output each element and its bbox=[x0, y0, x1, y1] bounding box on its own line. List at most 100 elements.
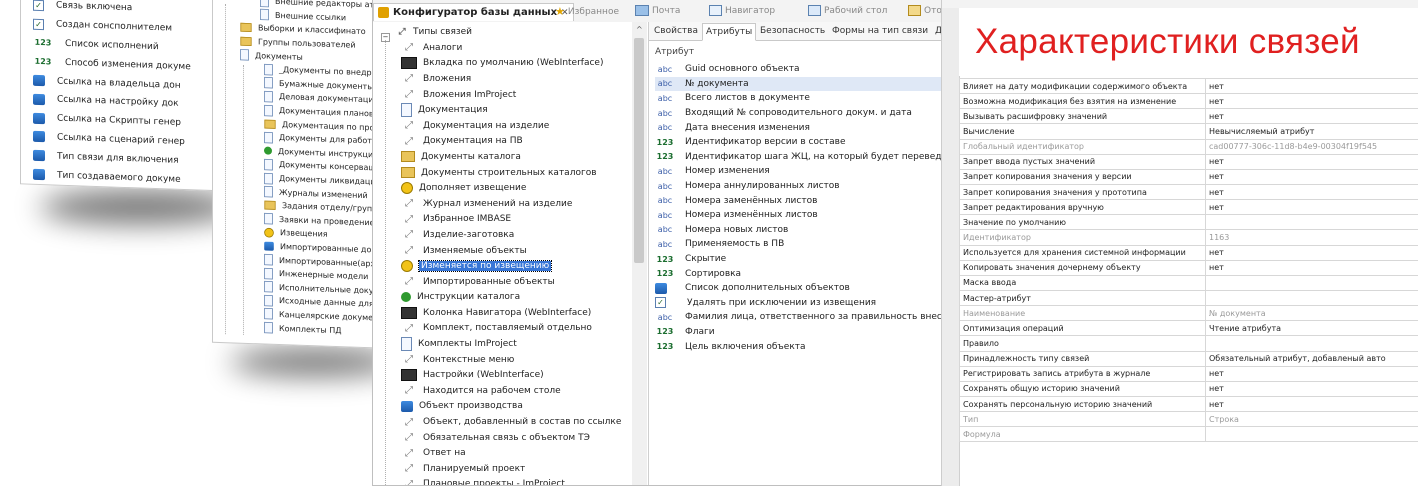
tree-item[interactable]: ⤢ Изменяемые объекты bbox=[401, 243, 649, 259]
tree-item[interactable]: Комплекты ImProject bbox=[401, 336, 649, 352]
property-row[interactable]: Тип Строка bbox=[959, 411, 1418, 428]
tree-item[interactable]: ⤢ Документация на ПВ bbox=[401, 134, 649, 150]
property-value[interactable] bbox=[1205, 426, 1418, 443]
tab-3[interactable]: Формы на тип связи bbox=[829, 23, 931, 39]
property-row[interactable]: Запрет копирования значения у версии нет bbox=[959, 168, 1418, 185]
property-row[interactable]: Глобальный идентификатор cad00777-306c-11… bbox=[959, 138, 1418, 155]
tab-2[interactable]: Безопасность bbox=[757, 23, 828, 39]
property-value[interactable]: нет bbox=[1205, 380, 1418, 397]
property-row[interactable]: Регистрировать запись атрибута в журнале… bbox=[959, 365, 1418, 382]
tree-item[interactable]: Инструкции каталога bbox=[401, 290, 649, 306]
attribute-row[interactable]: 123 Идентификатор версии в составе bbox=[655, 135, 955, 150]
attribute-row[interactable]: 123 Скрытие bbox=[655, 252, 955, 267]
property-row[interactable]: Влияет на дату модификации содержимого о… bbox=[959, 77, 1418, 95]
attribute-row[interactable]: abc № документа bbox=[655, 76, 955, 92]
tree-item[interactable]: ⤢ Обязательная связь с объектом ТЭ bbox=[401, 430, 649, 446]
property-value[interactable]: Чтение атрибута bbox=[1205, 320, 1418, 337]
property-value[interactable]: Невычисляемый атрибут bbox=[1205, 123, 1418, 140]
property-row[interactable]: Маска ввода bbox=[959, 274, 1418, 291]
property-value[interactable] bbox=[1205, 335, 1418, 352]
property-row[interactable]: Правило bbox=[959, 335, 1418, 352]
property-row[interactable]: Копировать значения дочернему объекту нет bbox=[959, 259, 1418, 276]
property-row[interactable]: Возможна модификация без взятия на измен… bbox=[959, 93, 1418, 110]
attribute-row[interactable]: abc Номера аннулированных листов bbox=[655, 179, 955, 194]
attribute-row[interactable]: 123 Флаги bbox=[655, 325, 955, 340]
attribute-row[interactable]: abc Номера изменённых листов bbox=[655, 208, 955, 223]
property-row[interactable]: Сохранять персональную историю значений н… bbox=[959, 395, 1418, 413]
property-value[interactable]: № документа bbox=[1205, 305, 1418, 322]
tree-item[interactable]: ⤢ Контекстные меню bbox=[401, 352, 649, 368]
attribute-row[interactable]: abc Фамилия лица, ответственного за прави… bbox=[655, 310, 956, 325]
scroll-thumb[interactable] bbox=[634, 38, 644, 263]
attribute-row[interactable]: 123 Цель включения объекта bbox=[655, 339, 955, 354]
tree-item[interactable]: ⤢ Вложения bbox=[401, 71, 649, 87]
property-value[interactable]: нет bbox=[1205, 168, 1418, 185]
property-value[interactable]: 1163 bbox=[1205, 229, 1418, 246]
property-row[interactable]: Мастер-атрибут bbox=[959, 289, 1418, 307]
attribute-row[interactable]: 123 Идентификатор шага ЖЦ, на который буд… bbox=[655, 150, 955, 165]
property-value[interactable]: cad00777-306c-11d8-b4e9-00304f19f545 bbox=[1205, 138, 1418, 155]
property-value[interactable]: нет bbox=[1205, 77, 1418, 95]
property-value[interactable]: Обязательный атрибут, добавленый авто bbox=[1205, 350, 1418, 367]
property-value[interactable]: нет bbox=[1205, 108, 1418, 125]
tree-scrollbar[interactable]: ^ bbox=[632, 22, 647, 485]
tree-item[interactable]: ⤢ Журнал изменений на изделие bbox=[401, 196, 649, 212]
property-row[interactable]: Вычисление Невычисляемый атрибут bbox=[959, 123, 1418, 140]
tab-db-configurator[interactable]: Конфигуратор базы данных ✕ bbox=[373, 3, 574, 21]
property-row[interactable]: Сохранять общую историю значений нет bbox=[959, 380, 1418, 397]
property-row[interactable]: Запрет редактирования вручную нет bbox=[959, 199, 1418, 216]
property-value[interactable]: нет bbox=[1205, 183, 1418, 201]
property-value[interactable]: нет bbox=[1205, 259, 1418, 276]
tree-item[interactable]: ⤢ Избранное IMBASE bbox=[401, 212, 649, 228]
tree-item[interactable]: ⤢ Объект, добавленный в состав по ссылке bbox=[401, 414, 649, 430]
property-row[interactable]: Значение по умолчанию bbox=[959, 214, 1418, 231]
tab-1[interactable]: Атрибуты bbox=[702, 23, 757, 41]
tab-favorites[interactable]: ★ Избранное bbox=[555, 5, 619, 18]
tree-item[interactable]: ⤢ Вложения ImProject bbox=[401, 87, 649, 103]
property-row[interactable]: Принадлежность типу связей Обязательный а… bbox=[959, 350, 1418, 367]
property-value[interactable]: нет bbox=[1205, 199, 1418, 216]
tab-navigator[interactable]: Навигатор bbox=[709, 5, 775, 16]
tree-item[interactable]: ⤢ Ответ на bbox=[401, 445, 649, 461]
property-value[interactable]: нет bbox=[1205, 153, 1418, 170]
attribute-row[interactable]: abc Применяемость в ПВ bbox=[655, 237, 955, 252]
property-row[interactable]: Идентификатор 1163 bbox=[959, 229, 1418, 246]
property-value[interactable] bbox=[1205, 274, 1418, 291]
property-value[interactable]: нет bbox=[1205, 93, 1418, 110]
tree-item[interactable]: Дополняет извещение bbox=[401, 180, 649, 196]
property-row[interactable]: Оптимизация операций Чтение атрибута bbox=[959, 320, 1418, 337]
tree-item[interactable]: ⤢ Плановые проекты - ImProject bbox=[401, 477, 649, 485]
tree-item[interactable]: Изменяется по извещению bbox=[401, 258, 649, 274]
tree-item[interactable]: ⤢ Документация на изделие bbox=[401, 118, 649, 134]
property-row[interactable]: Вызывать расшифровку значений нет bbox=[959, 108, 1418, 125]
attribute-row[interactable]: abc Номера заменённых листов bbox=[655, 193, 955, 208]
tree-item[interactable]: ⤢ Комплект, поставляемый отдельно bbox=[401, 321, 649, 337]
scroll-up-icon[interactable]: ^ bbox=[636, 25, 643, 34]
attribute-row[interactable]: Список дополнительных объектов bbox=[655, 281, 955, 296]
attribute-row[interactable]: abc Номера новых листов bbox=[655, 223, 955, 238]
property-value[interactable]: нет bbox=[1205, 365, 1418, 382]
attribute-row[interactable]: 123 Сортировка bbox=[655, 266, 955, 281]
tree-item[interactable]: Документы каталога bbox=[401, 149, 649, 165]
property-value[interactable] bbox=[1205, 289, 1418, 307]
property-value[interactable]: нет bbox=[1205, 395, 1418, 413]
property-value[interactable]: нет bbox=[1205, 244, 1418, 261]
attribute-row[interactable]: abc Номер изменения bbox=[655, 164, 955, 179]
property-row[interactable]: Запрет ввода пустых значений нет bbox=[959, 153, 1418, 170]
attribute-row[interactable]: ✓ Удалять при исключении из извещения bbox=[655, 296, 955, 311]
property-row[interactable]: Формула bbox=[959, 426, 1418, 443]
attribute-row[interactable]: abc Всего листов в документе bbox=[655, 91, 955, 106]
tree-item[interactable]: ⤢ Изделие-заготовка bbox=[401, 227, 649, 243]
tab-0[interactable]: Свойства bbox=[651, 23, 701, 39]
attribute-row[interactable]: abc Входящий № сопроводительного докум. и… bbox=[655, 106, 955, 121]
tree-item[interactable]: ⤢ Планируемый проект bbox=[401, 461, 649, 477]
tree-item[interactable]: ⤢ Находится на рабочем столе bbox=[401, 383, 649, 399]
tree-item[interactable]: Настройки (WebInterface) bbox=[401, 367, 649, 383]
attribute-row[interactable]: abc Дата внесения изменения bbox=[655, 120, 955, 135]
tree-item[interactable]: Документация bbox=[401, 102, 649, 118]
property-value[interactable]: Строка bbox=[1205, 411, 1418, 428]
tab-mail[interactable]: Почта bbox=[635, 5, 680, 16]
tab-desktop[interactable]: Рабочий стол bbox=[808, 5, 887, 16]
tree-item[interactable]: Документы строительных каталогов bbox=[401, 165, 649, 181]
tree-item[interactable]: Колонка Навигатора (WebInterface) bbox=[401, 305, 649, 321]
